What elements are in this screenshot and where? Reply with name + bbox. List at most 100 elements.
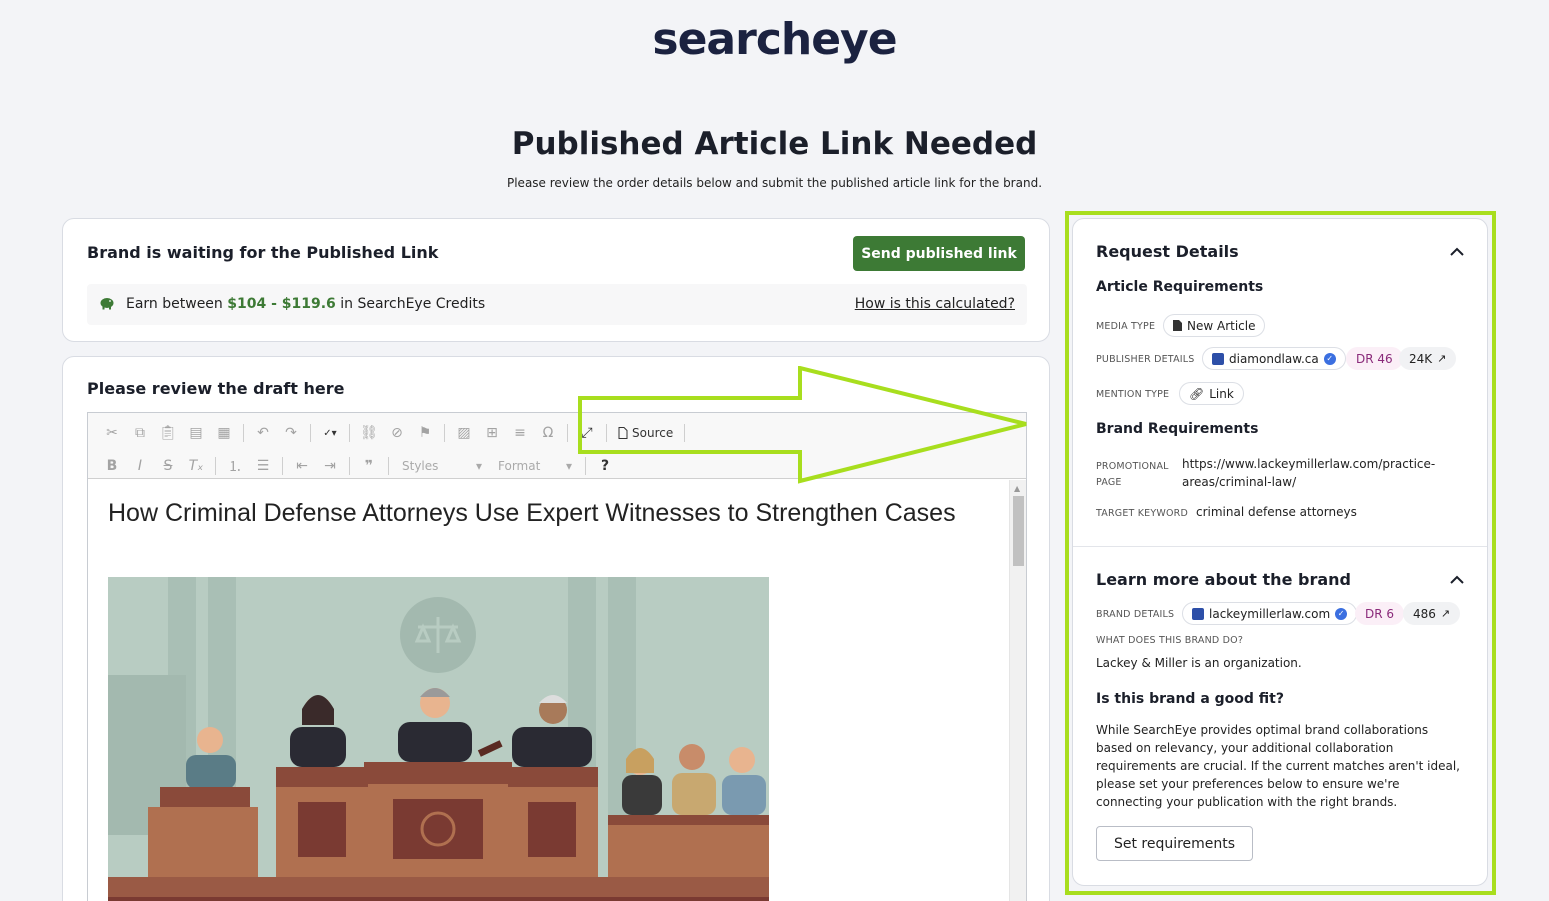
favicon-icon bbox=[1192, 607, 1204, 620]
special-char-icon[interactable]: Ω bbox=[536, 422, 560, 444]
italic-icon[interactable]: I bbox=[128, 455, 152, 477]
remove-format-icon[interactable]: Tₓ bbox=[184, 455, 208, 477]
outdent-icon[interactable]: ⇤ bbox=[290, 455, 314, 477]
editor-content[interactable]: How Criminal Defense Attorneys Use Exper… bbox=[88, 480, 1008, 901]
toolbar-separator bbox=[349, 424, 350, 442]
anchor-flag-icon[interactable]: ⚑ bbox=[413, 422, 437, 444]
mention-type-chip: 🔗︎ Link bbox=[1179, 382, 1244, 405]
toolbar-separator bbox=[444, 424, 445, 442]
scroll-up-icon[interactable]: ▲ bbox=[1014, 484, 1020, 493]
styles-dropdown[interactable]: Styles ▾ bbox=[396, 455, 488, 477]
chevron-down-icon: ▾ bbox=[565, 459, 572, 473]
send-published-link-button[interactable]: Send published link bbox=[853, 236, 1025, 271]
set-requirements-button[interactable]: Set requirements bbox=[1096, 826, 1253, 861]
media-type-chip: New Article bbox=[1163, 314, 1266, 337]
favicon-icon bbox=[1212, 352, 1224, 365]
page-subtitle: Please review the order details below an… bbox=[506, 176, 1043, 190]
brand-domain: lackeymillerlaw.com bbox=[1209, 606, 1331, 621]
publisher-traffic-badge: 24K ↗ bbox=[1399, 347, 1457, 370]
chevron-up-icon[interactable] bbox=[1449, 247, 1465, 257]
status-card: Brand is waiting for the Published Link … bbox=[62, 218, 1050, 342]
page-title: Published Article Link Needed bbox=[511, 126, 1038, 162]
document-icon bbox=[1173, 320, 1182, 331]
media-type-value: New Article bbox=[1187, 318, 1256, 333]
good-fit-text: While SearchEye provides optimal brand c… bbox=[1096, 723, 1460, 809]
strikethrough-icon[interactable]: S bbox=[156, 455, 180, 477]
toolbar-separator bbox=[388, 457, 389, 475]
learn-brand-title: Learn more about the brand bbox=[1096, 570, 1351, 589]
trend-up-icon: ↗ bbox=[1440, 607, 1451, 620]
toolbar-separator bbox=[310, 424, 311, 442]
promo-page-label-2: PAGE bbox=[1096, 477, 1122, 488]
undo-icon[interactable]: ↶ bbox=[251, 422, 275, 444]
format-dropdown[interactable]: Format ▾ bbox=[492, 455, 578, 477]
article-requirements-heading: Article Requirements bbox=[1096, 279, 1264, 295]
redo-icon[interactable]: ↷ bbox=[279, 422, 303, 444]
scrollbar-thumb[interactable] bbox=[1013, 496, 1024, 566]
format-label: Format bbox=[498, 459, 541, 473]
numbered-list-icon[interactable]: ⒈ bbox=[223, 455, 247, 477]
earn-prefix: Earn between bbox=[126, 296, 223, 312]
piggy-bank-icon bbox=[100, 298, 114, 310]
trend-up-icon: ↗ bbox=[1437, 352, 1447, 365]
mention-type-value: Link bbox=[1209, 386, 1234, 401]
earn-suffix: in SearchEye Credits bbox=[340, 296, 486, 312]
copy-icon[interactable]: ⧉ bbox=[128, 422, 152, 444]
toolbar-separator bbox=[215, 457, 216, 475]
promo-page-url-1[interactable]: https://www.lackeymillerlaw.com/practice… bbox=[1182, 457, 1435, 471]
brand-traffic-badge: 486 ↗ bbox=[1403, 602, 1461, 625]
media-type-label: MEDIA TYPE bbox=[1096, 321, 1156, 332]
paste-icon[interactable]: 📋︎ bbox=[156, 422, 180, 444]
cut-icon[interactable]: ✂ bbox=[100, 422, 124, 444]
toolbar-separator bbox=[349, 457, 350, 475]
image-icon[interactable]: ▨ bbox=[452, 422, 476, 444]
searcheye-logo: searcheye bbox=[652, 14, 897, 65]
courtroom-illustration bbox=[108, 577, 769, 901]
promo-page-url-2[interactable]: areas/criminal-law/ bbox=[1182, 475, 1296, 489]
mention-type-label: MENTION TYPE bbox=[1096, 389, 1170, 400]
toolbar-separator bbox=[243, 424, 244, 442]
what-brand-does-label: WHAT DOES THIS BRAND DO? bbox=[1096, 635, 1244, 646]
brand-requirements-heading: Brand Requirements bbox=[1096, 421, 1259, 437]
brand-domain-chip[interactable]: lackeymillerlaw.com ✓ bbox=[1182, 602, 1358, 625]
good-fit-heading: Is this brand a good fit? bbox=[1096, 691, 1284, 707]
paste-word-icon[interactable]: ▦ bbox=[212, 422, 236, 444]
publisher-dr-badge: DR 46 bbox=[1346, 347, 1403, 370]
status-heading: Brand is waiting for the Published Link bbox=[87, 243, 439, 262]
blockquote-icon[interactable]: ❞ bbox=[357, 455, 381, 477]
article-title: How Criminal Defense Attorneys Use Exper… bbox=[108, 499, 956, 527]
link-icon[interactable]: ⛓ bbox=[357, 422, 381, 444]
rich-text-editor: ✂ ⧉ 📋︎ ▤ ▦ ↶ ↷ ✓▾ ⛓ ⊘ ⚑ ▨ ⊞ ≡ Ω ⤢ Source… bbox=[87, 412, 1027, 901]
editor-scrollbar[interactable]: ▲ bbox=[1009, 480, 1026, 901]
what-brand-does-value: Lackey & Miller is an organization. bbox=[1096, 656, 1302, 670]
styles-label: Styles bbox=[402, 459, 439, 473]
verified-icon: ✓ bbox=[1335, 607, 1348, 620]
spellcheck-icon[interactable]: ✓▾ bbox=[318, 422, 342, 444]
earn-text: Earn between $104 - $119.6 in SearchEye … bbox=[126, 296, 485, 312]
paste-text-icon[interactable]: ▤ bbox=[184, 422, 208, 444]
target-keyword-value: criminal defense attorneys bbox=[1196, 505, 1357, 519]
toolbar-separator bbox=[282, 457, 283, 475]
bulleted-list-icon[interactable]: ☰ bbox=[251, 455, 275, 477]
indent-icon[interactable]: ⇥ bbox=[318, 455, 342, 477]
unlink-icon[interactable]: ⊘ bbox=[385, 422, 409, 444]
publisher-traffic: 24K bbox=[1409, 351, 1433, 366]
brand-details-label: BRAND DETAILS bbox=[1096, 609, 1175, 620]
draft-heading: Please review the draft here bbox=[87, 379, 345, 398]
link-icon: 🔗︎ bbox=[1189, 386, 1205, 401]
table-icon[interactable]: ⊞ bbox=[480, 422, 504, 444]
chevron-up-icon[interactable] bbox=[1449, 575, 1465, 585]
request-details-title: Request Details bbox=[1096, 242, 1239, 261]
publisher-domain: diamondlaw.ca bbox=[1229, 351, 1319, 366]
how-calculated-link[interactable]: How is this calculated? bbox=[855, 296, 1015, 312]
publisher-domain-chip[interactable]: diamondlaw.ca ✓ bbox=[1202, 347, 1346, 370]
verified-icon: ✓ bbox=[1323, 352, 1336, 365]
promo-page-label-1: PROMOTIONAL bbox=[1096, 461, 1169, 472]
toolbar-row-2: B I S Tₓ ⒈ ☰ ⇤ ⇥ ❞ Styles ▾ Format ▾ ? bbox=[100, 453, 617, 479]
bold-icon[interactable]: B bbox=[100, 455, 124, 477]
section-divider bbox=[1073, 546, 1487, 547]
target-keyword-label: TARGET KEYWORD bbox=[1096, 508, 1188, 519]
horizontal-line-icon[interactable]: ≡ bbox=[508, 422, 532, 444]
brand-traffic: 486 bbox=[1413, 606, 1436, 621]
brand-dr-badge: DR 6 bbox=[1355, 602, 1405, 625]
